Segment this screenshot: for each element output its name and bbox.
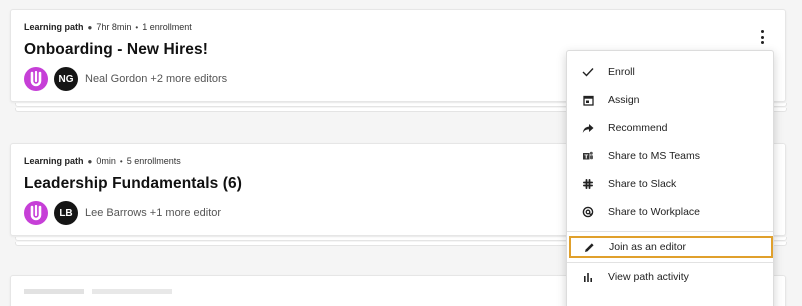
card-kind: Learning path <box>24 22 84 32</box>
menu-item-recommend[interactable]: Recommend <box>568 117 773 139</box>
slack-icon <box>581 177 595 191</box>
card-enrollments: 5 enrollments <box>126 156 181 166</box>
avatar: NG <box>54 67 78 91</box>
card-meta: Learning path ● 0min • 5 enrollments <box>24 156 181 166</box>
card-duration: 7hr 8min <box>96 22 132 32</box>
menu-item-label: View path activity <box>608 271 689 283</box>
bullet-separator: ● <box>87 22 93 32</box>
menu-item-join-as-editor[interactable]: Join as an editor <box>569 236 773 258</box>
card-title[interactable]: Onboarding - New Hires! <box>24 41 208 59</box>
menu-item-share-slack[interactable]: Share to Slack <box>568 173 773 195</box>
menu-item-share-workplace[interactable]: Share to Workplace <box>568 201 773 223</box>
menu-divider <box>567 231 773 232</box>
ms-teams-icon: T <box>581 149 595 163</box>
menu-item-enroll[interactable]: Enroll <box>568 61 773 83</box>
card-editors: NG Neal Gordon +2 more editors <box>24 67 227 91</box>
learning-paths-list: Learning path ● 7hr 8min • 1 enrollment … <box>0 0 802 306</box>
editors-label: Lee Barrows +1 more editor <box>85 207 222 219</box>
menu-item-label: Recommend <box>608 122 668 134</box>
card-editors: LB Lee Barrows +1 more editor <box>24 201 221 225</box>
card-duration: 0min <box>96 156 116 166</box>
bullet-separator: ● <box>87 156 93 166</box>
menu-item-label: Enroll <box>608 66 635 78</box>
workplace-icon <box>581 205 595 219</box>
card-kind: Learning path <box>24 156 84 166</box>
card-title[interactable]: Leadership Fundamentals (6) <box>24 175 242 193</box>
menu-divider <box>567 262 773 263</box>
share-arrow-icon <box>581 121 595 135</box>
avatar: LB <box>54 201 78 225</box>
editors-label: Neal Gordon +2 more editors <box>85 73 228 85</box>
menu-item-view-path-activity[interactable]: View path activity <box>568 266 773 288</box>
more-options-icon[interactable] <box>755 28 769 46</box>
menu-item-label: Share to Slack <box>608 178 677 190</box>
menu-item-share-ms-teams[interactable]: T Share to MS Teams <box>568 145 773 167</box>
bullet-separator: • <box>135 22 139 32</box>
svg-text:T: T <box>584 154 588 160</box>
check-icon <box>581 65 595 79</box>
card-meta-cropped <box>24 289 172 294</box>
brand-logo-icon <box>24 201 48 225</box>
pencil-icon <box>582 240 596 254</box>
brand-logo-icon <box>24 67 48 91</box>
card-enrollments: 1 enrollment <box>142 22 192 32</box>
bar-chart-icon <box>581 270 595 284</box>
bullet-separator: • <box>119 156 123 166</box>
menu-item-label: Assign <box>608 94 640 106</box>
menu-item-label: Join as an editor <box>609 241 687 253</box>
menu-item-label: Share to MS Teams <box>608 150 701 162</box>
menu-item-assign[interactable]: Assign <box>568 89 773 111</box>
more-options-menu: Enroll Assign Recommend T Share to MS Te… <box>566 50 774 306</box>
card-meta: Learning path ● 7hr 8min • 1 enrollment <box>24 22 192 32</box>
menu-item-label: Share to Workplace <box>608 206 701 218</box>
calendar-icon <box>581 93 595 107</box>
